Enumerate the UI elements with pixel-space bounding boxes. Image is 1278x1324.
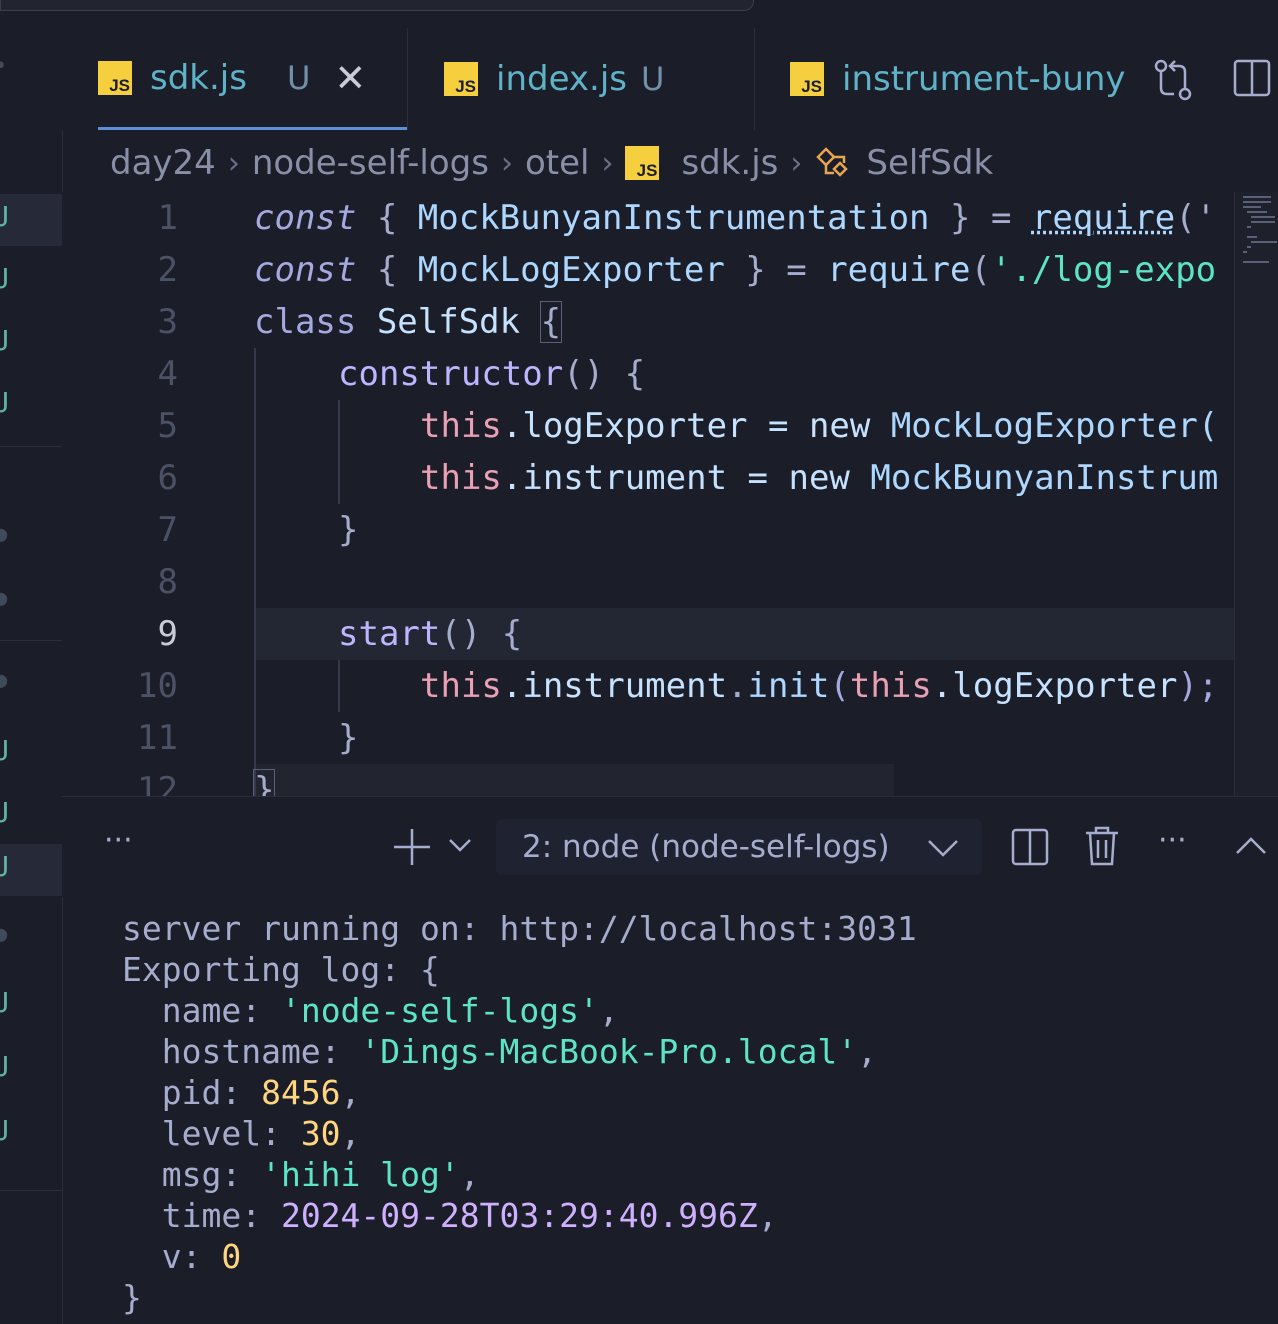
code-line: 6 this.instrument = new MockBunyanInstru… xyxy=(62,452,1278,504)
javascript-file-icon xyxy=(444,62,478,96)
chevron-right-icon: › xyxy=(790,145,803,181)
code-line: 11 } xyxy=(62,712,1278,764)
code-line: 5 this.logExporter = new MockLogExporter… xyxy=(62,400,1278,452)
breadcrumb-item[interactable]: otel xyxy=(525,143,590,183)
tab-divider xyxy=(407,28,408,130)
top-bar-edge xyxy=(0,0,754,11)
code-line-current: 9 start() { xyxy=(62,608,1278,660)
terminal-toolbar: ··· 2: node (node-self-logs) ··· xyxy=(62,796,1278,897)
breadcrumb-item[interactable]: day24 xyxy=(110,143,216,183)
chevron-down-icon xyxy=(928,840,958,857)
javascript-file-icon xyxy=(98,60,132,95)
terminal-line: level: 30, xyxy=(122,1114,361,1153)
code-line: 10 this.instrument.init(this.logExporter… xyxy=(62,660,1278,712)
compare-changes-icon[interactable] xyxy=(1152,58,1194,102)
terminal-output[interactable]: server running on: http://localhost:3031… xyxy=(122,908,917,1318)
line-number: 5 xyxy=(157,406,178,446)
tab-divider xyxy=(754,28,755,130)
chevron-right-icon: › xyxy=(601,145,614,181)
javascript-file-icon xyxy=(790,62,824,96)
line-number: 2 xyxy=(157,250,178,290)
tab-sdk-js[interactable]: sdk.js U ✕ xyxy=(98,28,407,130)
explorer-item[interactable]: U xyxy=(0,980,62,1032)
explorer-item[interactable]: ● xyxy=(0,518,62,570)
more-actions-icon[interactable]: ··· xyxy=(104,823,133,858)
code-line: 7 } xyxy=(62,504,1278,556)
code-editor[interactable]: 1 const { MockBunyanInstrumentation } = … xyxy=(62,192,1278,796)
line-number: 12 xyxy=(137,770,178,796)
split-editor-icon[interactable] xyxy=(1232,58,1272,98)
close-icon[interactable]: ✕ xyxy=(334,56,366,100)
chevron-right-icon: › xyxy=(500,145,513,181)
code-line: 1 const { MockBunyanInstrumentation } = … xyxy=(62,192,1278,244)
tab-instrument-bunyan[interactable]: instrument-buny xyxy=(790,28,1150,130)
explorer-item[interactable]: U xyxy=(0,380,62,432)
explorer-item[interactable]: U xyxy=(0,1108,62,1160)
split-terminal-icon[interactable] xyxy=(1010,827,1050,867)
explorer-item[interactable]: U xyxy=(0,1044,62,1096)
maximize-panel-icon[interactable] xyxy=(1234,835,1268,857)
explorer-item[interactable]: U xyxy=(0,256,62,308)
explorer-item[interactable]: U xyxy=(0,790,62,842)
line-number: 1 xyxy=(157,198,178,238)
class-symbol-icon xyxy=(816,147,849,177)
trash-icon[interactable] xyxy=(1084,825,1120,867)
line-number: 8 xyxy=(157,562,178,602)
code-line: 2 const { MockLogExporter } = require('.… xyxy=(62,244,1278,296)
terminal-line: pid: 8456, xyxy=(122,1073,361,1112)
tab-index-js[interactable]: index.js U xyxy=(444,28,754,130)
line-number: 7 xyxy=(157,510,178,550)
code-line: 8 xyxy=(62,556,1278,608)
terminal-line: } xyxy=(122,1278,142,1317)
breadcrumb: day24 › node-self-logs › otel › sdk.js ›… xyxy=(110,140,993,186)
line-number: 4 xyxy=(157,354,178,394)
explorer-panel: • U U U U ● ● ● U U U ● U U U xyxy=(0,28,63,1324)
code-line: 3 class SelfSdk { xyxy=(62,296,1278,348)
javascript-file-icon xyxy=(625,146,660,180)
breadcrumb-item[interactable]: SelfSdk xyxy=(866,143,993,183)
explorer-item[interactable]: U xyxy=(0,194,62,246)
terminal-line: msg: 'hihi log', xyxy=(122,1155,480,1194)
git-status-badge: U xyxy=(641,60,665,98)
git-status-badge: U xyxy=(286,58,311,97)
more-actions-icon[interactable]: ··· xyxy=(1158,823,1187,858)
chevron-right-icon: › xyxy=(227,145,240,181)
explorer-item[interactable]: ● xyxy=(0,664,62,716)
code-line: 4 constructor() { xyxy=(62,348,1278,400)
terminal-line: server running on: http://localhost:3031 xyxy=(122,909,917,948)
terminal-line: Exporting log: { xyxy=(122,950,440,989)
line-number: 9 xyxy=(157,614,178,654)
terminal-line: time: 2024-09-28T03:29:40.996Z, xyxy=(122,1196,778,1235)
explorer-item[interactable]: U xyxy=(0,844,62,896)
breadcrumb-item[interactable]: node-self-logs xyxy=(252,143,489,183)
explorer-item[interactable]: • xyxy=(0,50,62,102)
terminal-line: name: 'node-self-logs', xyxy=(122,991,619,1030)
terminal-line: v: 0 xyxy=(122,1237,242,1276)
code-line: 12 } xyxy=(62,764,1278,796)
explorer-item[interactable]: U xyxy=(0,318,62,370)
new-terminal-icon[interactable] xyxy=(392,827,432,867)
explorer-divider xyxy=(0,640,62,641)
line-number: 6 xyxy=(157,458,178,498)
explorer-divider xyxy=(0,1190,62,1191)
window-top-strip xyxy=(0,0,1278,28)
explorer-item[interactable]: ● xyxy=(0,918,62,970)
chevron-down-icon[interactable] xyxy=(448,837,472,853)
explorer-item[interactable]: U xyxy=(0,728,62,780)
explorer-item[interactable]: ● xyxy=(0,582,62,634)
editor-tab-bar: sdk.js U ✕ index.js U instrument-buny xyxy=(62,28,1278,130)
terminal-selector[interactable]: 2: node (node-self-logs) xyxy=(496,819,982,875)
line-number: 3 xyxy=(157,302,178,342)
line-number: 10 xyxy=(137,666,178,706)
line-number: 11 xyxy=(137,718,178,758)
minimap[interactable] xyxy=(1234,192,1278,796)
terminal-line: hostname: 'Dings-MacBook-Pro.local', xyxy=(122,1032,877,1071)
explorer-divider xyxy=(0,446,62,447)
breadcrumb-item[interactable]: sdk.js xyxy=(681,143,778,183)
